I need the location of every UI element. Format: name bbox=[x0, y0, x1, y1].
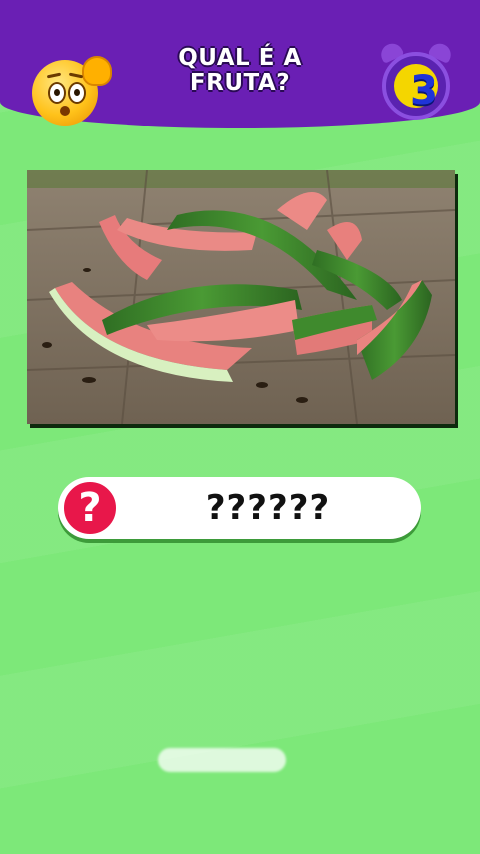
thinking-face-emoji-icon bbox=[32, 56, 112, 126]
answer-box[interactable]: ? ?????? bbox=[58, 477, 421, 539]
page-title: QUAL É A FRUTA? bbox=[178, 45, 302, 96]
background bbox=[0, 0, 480, 854]
blurred-watermark bbox=[158, 748, 286, 772]
answer-text: ?????? bbox=[205, 488, 331, 528]
watermelon-rinds-photo bbox=[27, 170, 455, 424]
question-mark-icon: ? bbox=[61, 479, 119, 537]
countdown-number: 3 bbox=[410, 68, 438, 114]
alarm-clock-icon: 3 bbox=[377, 40, 455, 120]
